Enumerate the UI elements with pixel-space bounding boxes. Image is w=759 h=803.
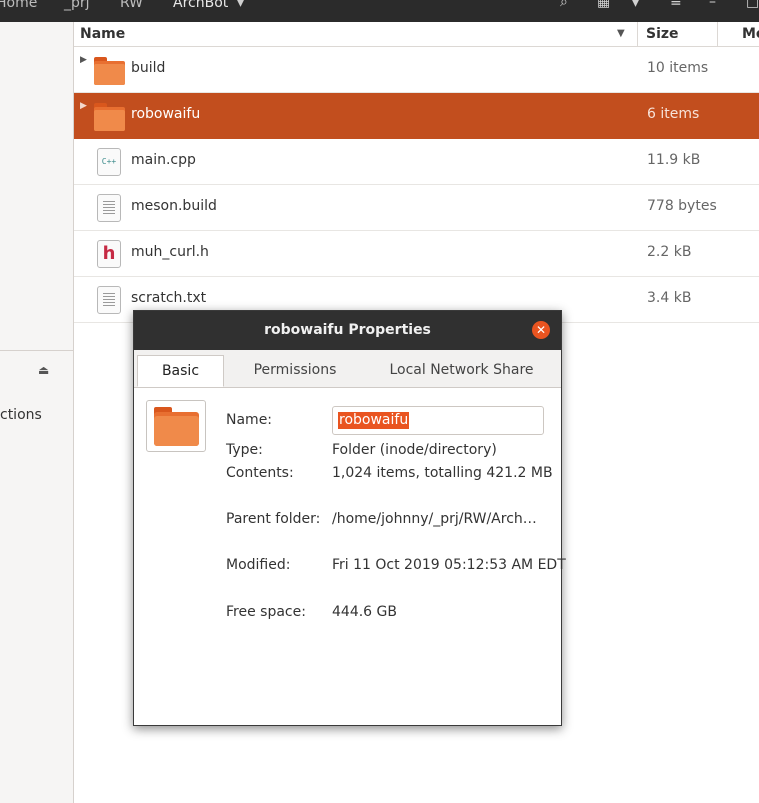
text-file-icon [97,286,121,314]
modified-value: Fri 11 Oct 2019 05:12:53 AM EDT [332,557,566,573]
file-size: 778 bytes [647,198,717,214]
header-file-icon: h [97,240,121,268]
file-name: muh_curl.h [131,244,209,260]
sort-descending-icon[interactable]: ▼ [617,28,625,39]
menu-icon[interactable]: ≡ [670,0,682,10]
breadcrumb-rw[interactable]: RW [120,0,143,11]
contents-value: 1,024 items, totalling 421.2 MB [332,465,553,481]
column-modified[interactable]: Mo [742,26,759,42]
file-size: 6 items [647,106,700,122]
maximize-icon[interactable]: □ [746,0,759,10]
free-space-label: Free space: [226,604,306,620]
tab-permissions[interactable]: Permissions [230,355,360,387]
file-row-muh-curl-h[interactable]: h muh_curl.h 2.2 kB [74,231,759,277]
file-row-robowaifu[interactable]: ▶ robowaifu 6 items [74,93,759,139]
column-size[interactable]: Size [646,26,679,42]
parent-folder-label: Parent folder: [226,511,321,527]
eject-icon[interactable]: ⏏ [38,363,49,377]
breadcrumb-home[interactable]: Home [0,0,37,11]
column-divider[interactable] [637,22,638,46]
file-row-main-cpp[interactable]: C++ main.cpp 11.9 kB [74,139,759,185]
sidebar: ⏏ ctions [0,22,74,803]
free-space-value: 444.6 GB [332,604,397,620]
file-name: robowaifu [131,106,201,122]
modified-label: Modified: [226,557,291,573]
header-bar: Home _prj RW ArchBot ▾ ⌕ ▦ ▾ ≡ – □ [0,0,759,22]
chevron-down-icon[interactable]: ▾ [237,0,244,11]
tab-local-network-share[interactable]: Local Network Share [374,355,549,387]
file-size: 3.4 kB [647,290,692,306]
type-label: Type: [226,442,263,458]
folder-icon[interactable] [146,400,206,452]
file-name: main.cpp [131,152,196,168]
tab-basic[interactable]: Basic [137,355,224,387]
contents-label: Contents: [226,465,294,481]
parent-folder-value[interactable]: /home/johnny/_prj/RW/Arch… [332,511,537,527]
breadcrumb-prj[interactable]: _prj [64,0,90,11]
cpp-file-icon: C++ [97,148,121,176]
type-value: Folder (inode/directory) [332,442,497,458]
expand-arrow-icon[interactable]: ▶ [80,101,87,111]
file-name: scratch.txt [131,290,207,306]
text-file-icon [97,194,121,222]
column-divider[interactable] [717,22,718,46]
name-field[interactable]: robowaifu [332,406,544,435]
file-row-build[interactable]: ▶ build 10 items [74,47,759,93]
column-name[interactable]: Name [80,26,125,42]
file-name: build [131,60,166,76]
search-icon[interactable]: ⌕ [560,0,568,10]
properties-dialog: robowaifu Properties ✕ Basic Permissions… [133,310,566,726]
name-label: Name: [226,412,273,428]
close-icon[interactable]: ✕ [532,321,550,339]
file-size: 11.9 kB [647,152,701,168]
file-row-meson-build[interactable]: meson.build 778 bytes [74,185,759,231]
minimize-icon[interactable]: – [709,0,716,10]
breadcrumb-archbot[interactable]: ArchBot [173,0,228,11]
column-header: Name ▼ Size Mo [74,22,759,47]
file-size: 2.2 kB [647,244,692,260]
view-options-chevron-icon[interactable]: ▾ [632,0,639,11]
file-size: 10 items [647,60,709,76]
view-grid-icon[interactable]: ▦ [597,0,610,10]
name-field-value[interactable]: robowaifu [338,412,410,429]
folder-icon [94,55,125,85]
folder-icon [94,101,125,131]
dialog-titlebar[interactable]: robowaifu Properties ✕ [134,311,561,350]
dialog-title: robowaifu Properties [264,322,431,338]
dialog-tabs: Basic Permissions Local Network Share [134,350,561,388]
file-name: meson.build [131,198,217,214]
sidebar-item-other-locations[interactable]: ctions [0,407,42,423]
expand-arrow-icon[interactable]: ▶ [80,55,87,65]
sidebar-divider [0,350,73,351]
